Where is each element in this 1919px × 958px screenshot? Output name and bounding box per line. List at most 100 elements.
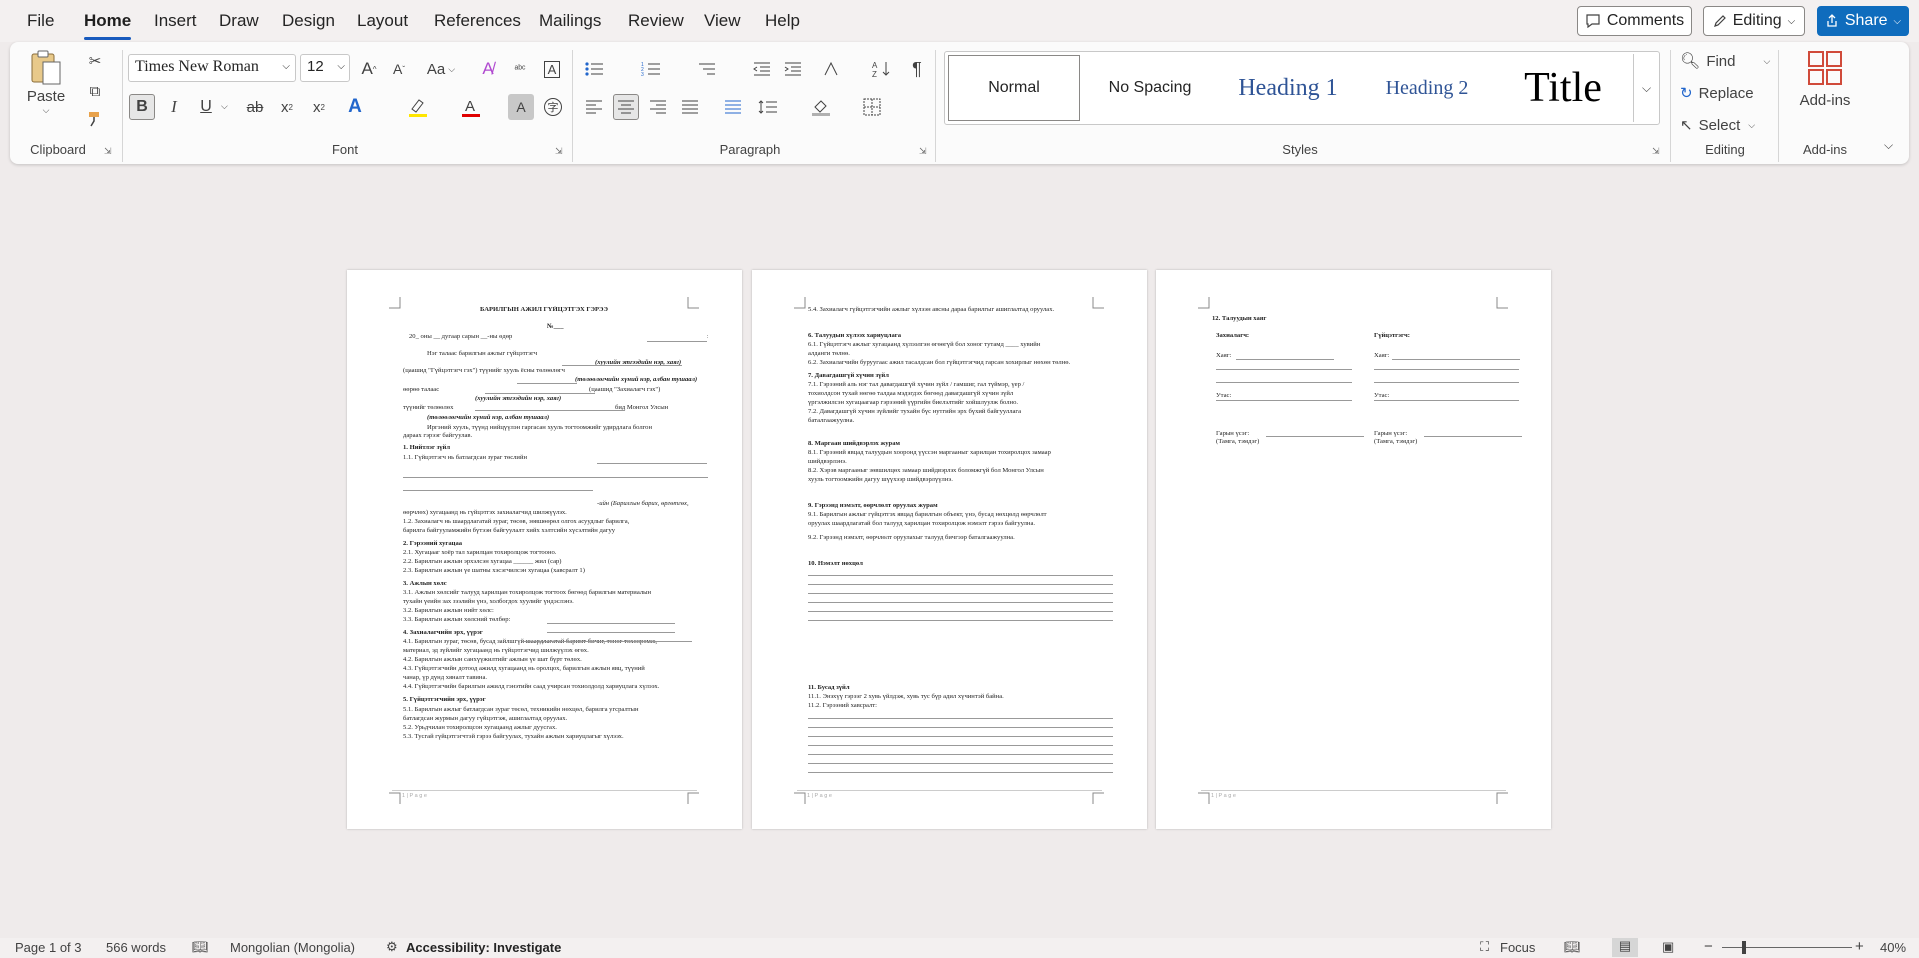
menu-insert[interactable]: Insert: [154, 11, 197, 31]
change-case-button[interactable]: Aa ⌵: [421, 56, 461, 82]
style-heading-2[interactable]: Heading 2: [1362, 52, 1492, 124]
style-heading-1[interactable]: Heading 1: [1220, 52, 1356, 124]
accessibility-status[interactable]: Accessibility: Investigate: [406, 940, 561, 955]
zoom-in-icon[interactable]: +: [1855, 938, 1864, 955]
font-size-box[interactable]: 12 ⌵: [300, 54, 350, 82]
crop-mark: [794, 792, 806, 804]
decrease-indent-icon[interactable]: [749, 56, 775, 82]
borders-icon[interactable]: [859, 94, 885, 120]
cut-icon[interactable]: ✂: [82, 48, 108, 74]
replace-icon: ↻: [1680, 85, 1693, 102]
svg-text:3: 3: [641, 72, 644, 77]
style-title[interactable]: Title: [1498, 52, 1628, 124]
document-page-2[interactable]: 5.4. Захиалагч гүйцэтгэгчийн ажлыг хүлээ…: [752, 270, 1147, 829]
page-count[interactable]: Page 1 of 3: [15, 940, 82, 955]
select-button[interactable]: ↖ Select ⌵: [1680, 112, 1755, 138]
page-text-line: 1.1. Гүйцэтгэгч нь батлагдсан зураг төсл…: [403, 454, 528, 461]
menu-references[interactable]: References: [434, 11, 521, 31]
language-indicator[interactable]: Mongolian (Mongolia): [230, 940, 355, 955]
comments-button[interactable]: Comments: [1577, 6, 1692, 36]
chevron-down-icon[interactable]: ⌵: [221, 101, 228, 112]
justify-icon[interactable]: [677, 94, 703, 120]
add-ins-button[interactable]: Add-ins: [1790, 50, 1860, 120]
style-no-spacing[interactable]: No Spacing: [1086, 52, 1214, 124]
distributed-icon[interactable]: [720, 94, 746, 120]
print-layout-icon[interactable]: ▤: [1612, 938, 1638, 957]
font-group-label: Font: [331, 142, 358, 157]
menu-design[interactable]: Design: [282, 11, 335, 31]
document-page-1[interactable]: БАРИЛГЫН АЖИЛ ГҮЙЦЭТГЭХ ГЭРЭЭ №___ 20_ оны…: [347, 270, 742, 829]
proofing-icon[interactable]: 📖︎: [192, 939, 209, 955]
numbering-icon[interactable]: 123: [638, 56, 664, 82]
paragraph-shading-icon[interactable]: [808, 94, 834, 120]
collapse-ribbon-icon[interactable]: ⌵: [1884, 138, 1893, 153]
menu-layout[interactable]: Layout: [357, 11, 408, 31]
page-text-line: 6.1. Гүйцэтгэгч ажлыг хугацаанд хүлээлгэ…: [808, 341, 1041, 348]
sort-icon[interactable]: AZ: [869, 56, 895, 82]
menu-mailings[interactable]: Mailings: [539, 11, 601, 31]
menu-home[interactable]: Home: [84, 11, 132, 40]
menu-file[interactable]: File: [27, 11, 54, 31]
zoom-out-icon[interactable]: −: [1704, 938, 1713, 955]
zoom-level[interactable]: 40%: [1880, 940, 1906, 955]
dialog-launcher-icon[interactable]: ⇲: [555, 146, 563, 157]
format-painter-icon[interactable]: [82, 106, 108, 132]
show-formatting-marks-icon[interactable]: ¶: [904, 56, 930, 82]
align-left-icon[interactable]: [581, 94, 607, 120]
character-border-icon[interactable]: A: [539, 56, 565, 82]
enclose-character-icon[interactable]: 字: [540, 94, 566, 120]
grow-font-icon[interactable]: A ^: [356, 56, 382, 82]
page-text-line: 9.1. Барилгын ажлыг гүйцэтгэх явцад бари…: [808, 511, 1047, 518]
find-button[interactable]: 🔍︎ Find ⌵: [1680, 48, 1770, 74]
document-page-3[interactable]: 12. Талуудын хаяг Захиалагч: Гүйцэтгэгч: Ха…: [1156, 270, 1551, 829]
dialog-launcher-icon[interactable]: ⇲: [104, 146, 112, 157]
style-normal[interactable]: Normal: [948, 55, 1080, 121]
editing-mode-button[interactable]: Editing ⌵: [1703, 6, 1805, 36]
copy-icon[interactable]: ⧉: [82, 78, 108, 104]
superscript-button[interactable]: x2: [306, 94, 332, 120]
bullets-icon[interactable]: [581, 56, 607, 82]
font-color-icon[interactable]: A: [458, 94, 484, 120]
fill-in-line: [403, 490, 593, 491]
dialog-launcher-icon[interactable]: ⇲: [919, 146, 927, 157]
dialog-launcher-icon[interactable]: ⇲: [1652, 146, 1660, 157]
shading-icon[interactable]: A: [508, 94, 534, 120]
share-button[interactable]: Share ⌵: [1817, 6, 1909, 36]
menu-review[interactable]: Review: [628, 11, 684, 31]
separator: [935, 50, 936, 162]
strikethrough-button[interactable]: ab: [242, 94, 268, 120]
menu-draw[interactable]: Draw: [219, 11, 259, 31]
fill-in-line: [547, 623, 675, 624]
read-mode-icon[interactable]: 📖︎: [1564, 939, 1581, 955]
subscript-button[interactable]: x2: [274, 94, 300, 120]
replace-button[interactable]: ↻ Replace: [1680, 80, 1754, 106]
italic-button[interactable]: I: [161, 94, 187, 120]
clear-formatting-icon[interactable]: A̸: [475, 56, 501, 82]
menu-view[interactable]: View: [704, 11, 741, 31]
page-text-line: 4.3. Гүйцэтгэгчийн дотоод ажилд хугацаан…: [403, 665, 645, 672]
highlight-icon[interactable]: [405, 94, 431, 120]
underline-button[interactable]: U: [193, 94, 219, 120]
phonetic-guide-icon[interactable]: ᵃᵇᶜ: [507, 56, 533, 82]
paste-button[interactable]: Paste ⌵: [24, 48, 68, 128]
styles-more-icon[interactable]: ⌵: [1633, 54, 1659, 122]
focus-mode-button[interactable]: Focus: [1500, 940, 1535, 955]
align-right-icon[interactable]: [645, 94, 671, 120]
bold-button[interactable]: B: [129, 94, 155, 120]
text-effects-icon[interactable]: A: [342, 94, 368, 120]
zoom-slider-thumb[interactable]: [1742, 941, 1746, 954]
web-layout-icon[interactable]: ▣: [1662, 939, 1674, 955]
align-center-icon[interactable]: [613, 94, 639, 120]
font-name-box[interactable]: Times New Roman ⌵: [128, 54, 296, 82]
word-count[interactable]: 566 words: [106, 940, 166, 955]
line-spacing-icon[interactable]: [755, 94, 781, 120]
shrink-font-icon[interactable]: Aˇ: [386, 56, 412, 82]
multilevel-list-icon[interactable]: [694, 56, 720, 82]
menu-help[interactable]: Help: [765, 11, 800, 31]
increase-indent-icon[interactable]: [780, 56, 806, 82]
text-direction-icon[interactable]: [818, 56, 844, 82]
page-text-line: 5.4. Захиалагч гүйцэтгэгчийн ажлыг хүлээ…: [808, 306, 1055, 313]
fill-in-line: [808, 736, 1113, 737]
page-text-line: 3.2. Барилгын ажлын нийт хөлс:: [403, 607, 494, 614]
comment-icon: [1586, 14, 1600, 28]
